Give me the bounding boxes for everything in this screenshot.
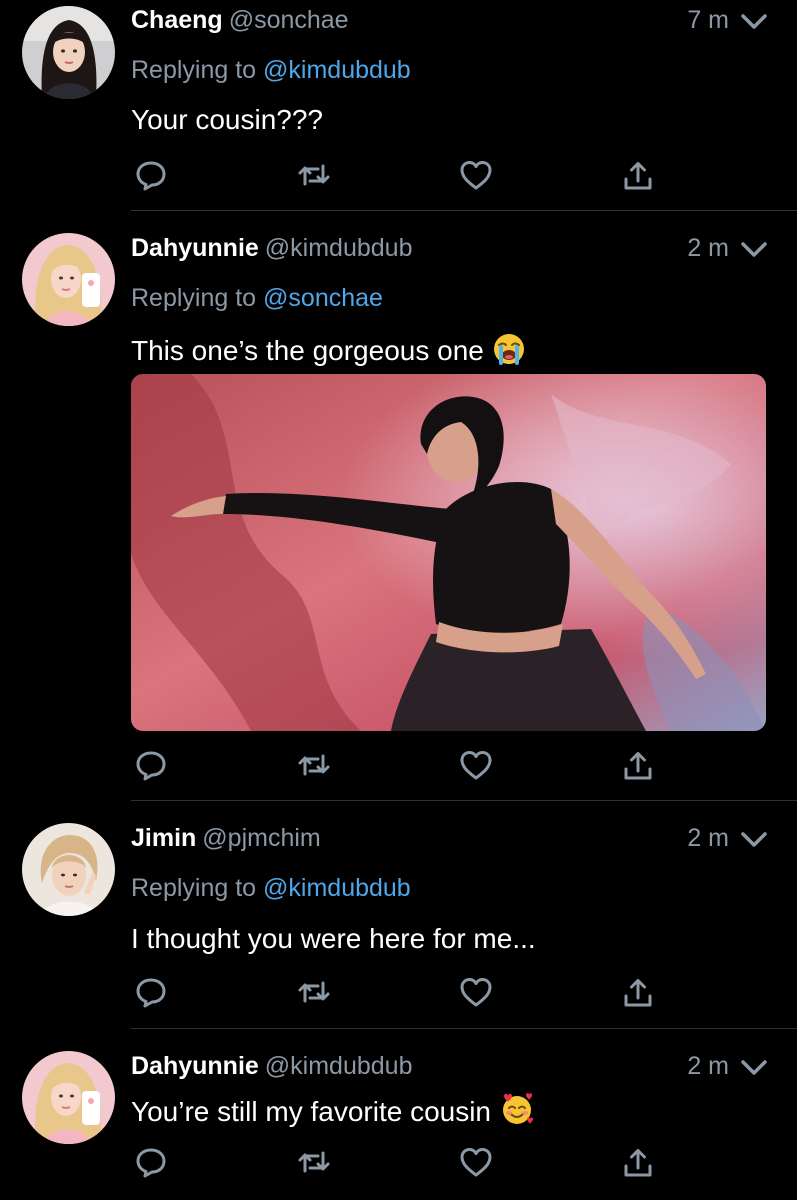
- replying-prefix: Replying to: [131, 56, 257, 84]
- replying-prefix: Replying to: [131, 284, 257, 312]
- tweet-actions: [131, 157, 671, 193]
- mention-link[interactable]: @kimdubdub: [263, 874, 411, 902]
- timestamp: 2 m: [687, 234, 729, 262]
- mention-link[interactable]: @sonchae: [263, 284, 383, 312]
- reply-icon[interactable]: [133, 974, 169, 1010]
- avatar-dahyunnie: [22, 233, 115, 326]
- display-name[interactable]: Dahyunnie: [131, 234, 259, 262]
- share-icon[interactable]: [620, 974, 656, 1010]
- avatar-chaeng: [22, 6, 115, 99]
- share-icon[interactable]: [620, 747, 656, 783]
- chevron-down-icon[interactable]: [739, 1058, 769, 1078]
- tweet[interactable]: Chaeng @sonchae 7 m Replying to @kimdubdu…: [0, 0, 797, 210]
- avatar[interactable]: [22, 823, 115, 916]
- like-icon[interactable]: [458, 157, 494, 193]
- replying-prefix: Replying to: [131, 874, 257, 902]
- username[interactable]: @kimdubdub: [265, 1052, 413, 1080]
- username[interactable]: @pjmchim: [202, 824, 320, 852]
- reply-icon[interactable]: [133, 747, 169, 783]
- avatar-jimin: [22, 823, 115, 916]
- chevron-down-icon[interactable]: [739, 830, 769, 850]
- avatar[interactable]: [22, 1051, 115, 1144]
- chevron-down-icon[interactable]: [739, 240, 769, 260]
- tweet-text: You’re still my favorite cousin: [131, 1091, 535, 1128]
- avatar[interactable]: [22, 233, 115, 326]
- tweet-media-image[interactable]: [131, 374, 766, 731]
- retweet-icon[interactable]: [296, 157, 332, 193]
- replying-to: Replying to @kimdubdub: [131, 56, 411, 85]
- tweet-text-content: This one’s the gorgeous one: [131, 335, 484, 366]
- like-icon[interactable]: [458, 747, 494, 783]
- tweet[interactable]: Jimin @pjmchim 2 m Replying to @kimdubdub…: [0, 801, 797, 1028]
- share-icon[interactable]: [620, 1144, 656, 1180]
- display-name[interactable]: Chaeng: [131, 6, 223, 34]
- tweet-text: Your cousin???: [131, 104, 324, 135]
- loudly-crying-face-emoji: [493, 334, 524, 365]
- tweet-text: I thought you were here for me...: [131, 923, 536, 954]
- tweet-header: Chaeng @sonchae 7 m: [131, 6, 769, 40]
- tweet-actions: [131, 747, 671, 783]
- dancer-photo: [131, 374, 766, 731]
- tweet[interactable]: Dahyunnie @kimdubdub 2 m Replying to @son…: [0, 211, 797, 800]
- retweet-icon[interactable]: [296, 1144, 332, 1180]
- timestamp: 2 m: [687, 824, 729, 852]
- tweet-header: Dahyunnie @kimdubdub 2 m: [131, 234, 769, 268]
- tweet-actions: [131, 974, 671, 1010]
- timestamp: 7 m: [687, 6, 729, 34]
- display-name[interactable]: Jimin: [131, 824, 196, 852]
- reply-icon[interactable]: [133, 157, 169, 193]
- chevron-down-icon[interactable]: [739, 12, 769, 32]
- avatar[interactable]: [22, 6, 115, 99]
- share-icon[interactable]: [620, 157, 656, 193]
- username[interactable]: @kimdubdub: [265, 234, 413, 262]
- tweet-header: Dahyunnie @kimdubdub 2 m: [131, 1052, 769, 1086]
- timestamp: 2 m: [687, 1052, 729, 1080]
- reply-icon[interactable]: [133, 1144, 169, 1180]
- tweet-actions: [131, 1144, 671, 1180]
- replying-to: Replying to @sonchae: [131, 284, 383, 313]
- display-name[interactable]: Dahyunnie: [131, 1052, 259, 1080]
- like-icon[interactable]: [458, 1144, 494, 1180]
- avatar-dahyunnie: [22, 1051, 115, 1144]
- tweet-header: Jimin @pjmchim 2 m: [131, 824, 769, 858]
- tweet[interactable]: Dahyunnie @kimdubdub 2 m You’re still my …: [0, 1029, 797, 1200]
- replying-to: Replying to @kimdubdub: [131, 874, 411, 903]
- username[interactable]: @sonchae: [229, 6, 349, 34]
- mention-link[interactable]: @kimdubdub: [263, 56, 411, 84]
- retweet-icon[interactable]: [296, 974, 332, 1010]
- smiling-face-with-hearts-emoji: [503, 1093, 534, 1124]
- tweet-text-content: You’re still my favorite cousin: [131, 1096, 492, 1127]
- tweet-text: This one’s the gorgeous one: [131, 332, 526, 367]
- retweet-icon[interactable]: [296, 747, 332, 783]
- like-icon[interactable]: [458, 974, 494, 1010]
